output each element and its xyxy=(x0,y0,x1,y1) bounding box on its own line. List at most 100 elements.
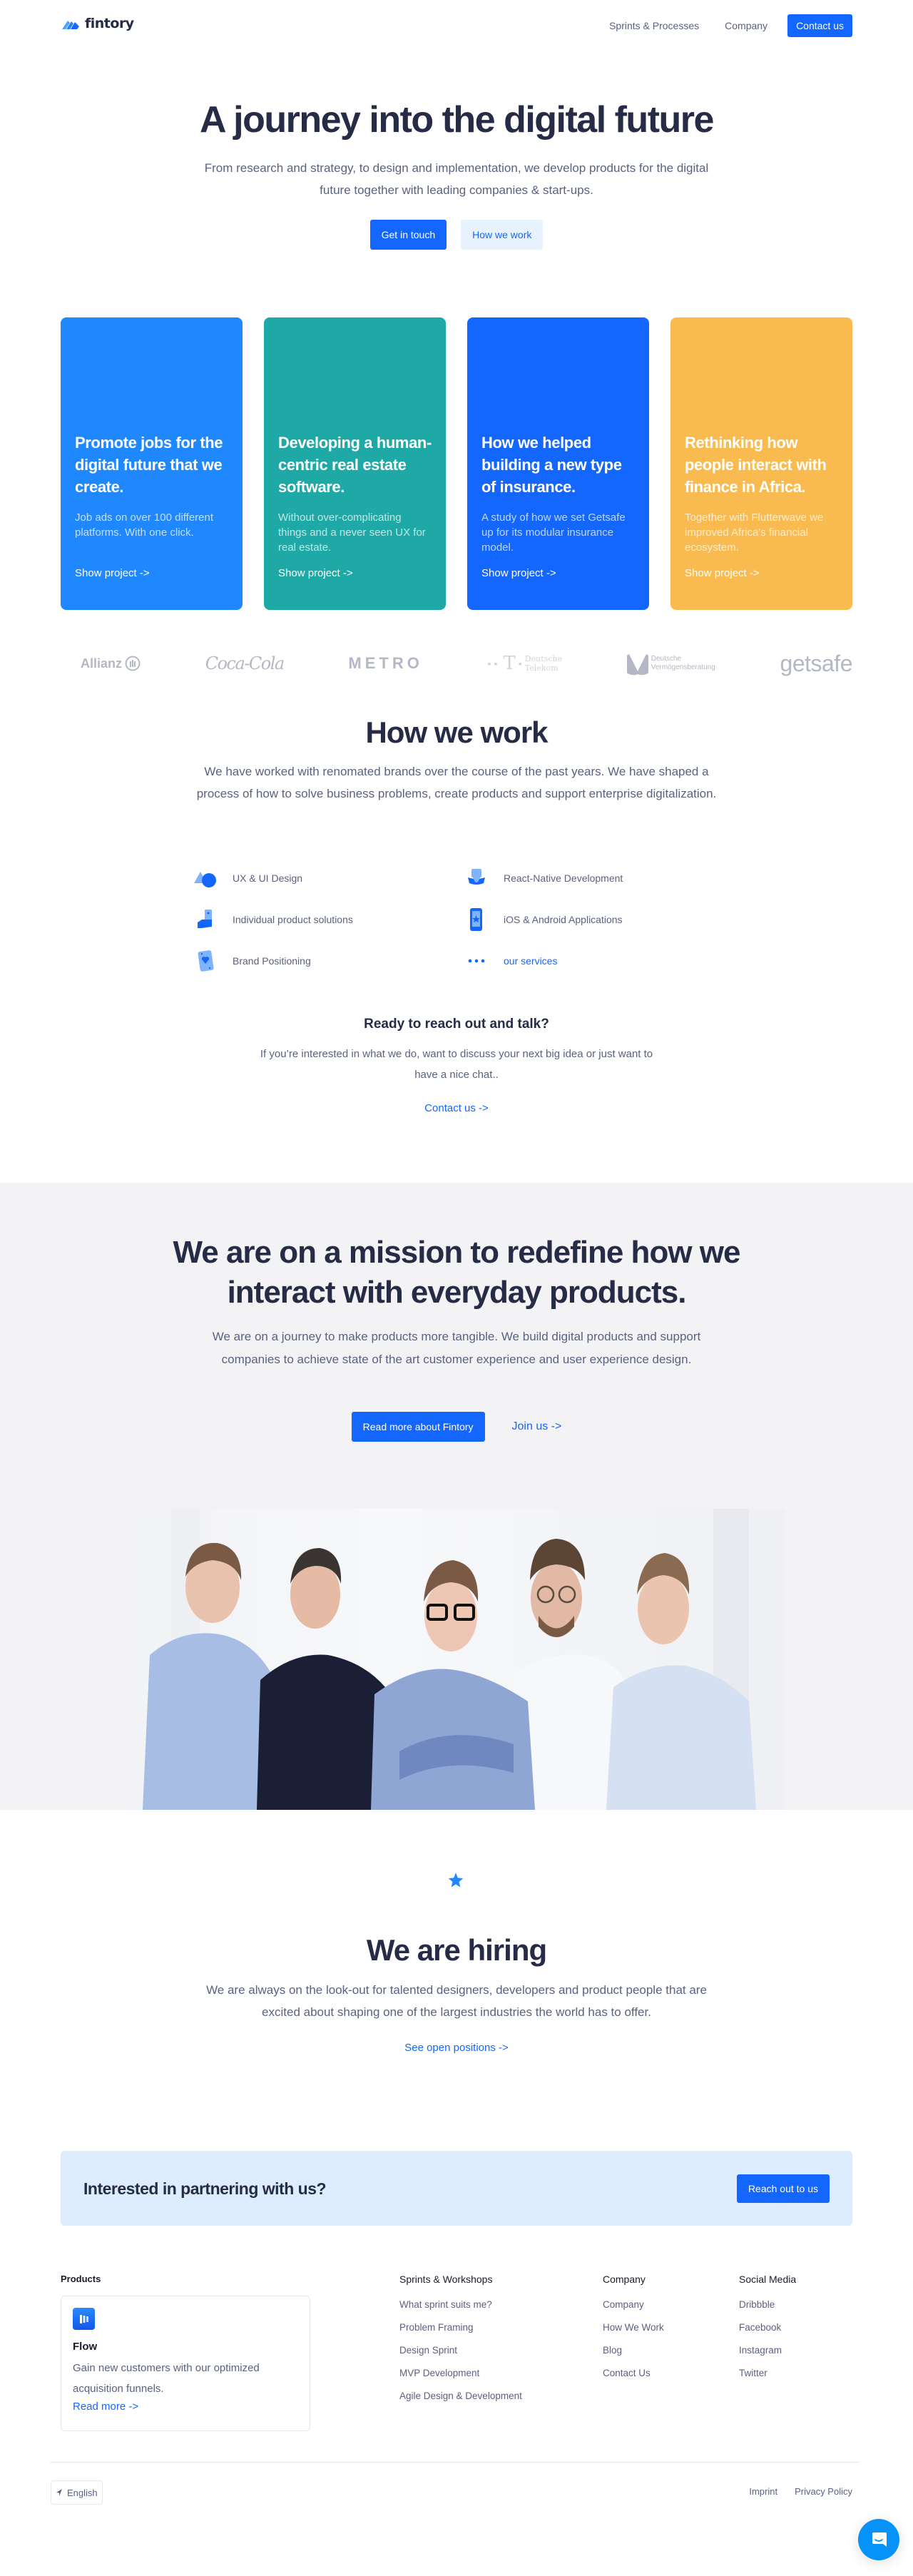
footer-column-heading: Social Media xyxy=(739,2274,797,2285)
logo-link[interactable]: fintory xyxy=(61,16,134,31)
flow-app-icon xyxy=(73,2308,95,2330)
logo-text: fintory xyxy=(85,16,134,31)
footer-link-twitter[interactable]: Twitter xyxy=(739,2362,796,2385)
team-member xyxy=(257,1548,389,1810)
join-us-link[interactable]: Join us -> xyxy=(512,1420,562,1433)
hero-title: A journey into the digital future xyxy=(200,99,714,141)
reach-out-button[interactable]: Reach out to us xyxy=(736,2174,830,2203)
getsafe-wordmark: getsafe xyxy=(780,650,853,676)
how-we-work-subtitle: We have worked with renomated brands ove… xyxy=(196,765,717,800)
footer-link[interactable]: Contact Us xyxy=(603,2362,664,2385)
nav-link-sprints[interactable]: Sprints & Processes xyxy=(596,20,712,31)
service-react-native: React-Native Development xyxy=(464,867,720,890)
footer-column-company: Company Company How We Work Blog Contact… xyxy=(603,2274,664,2385)
telekom-dots-icon: ▪ xyxy=(518,658,522,669)
project-card-insurance[interactable]: How we helped building a new type of ins… xyxy=(467,317,649,610)
dvag-wordmark: Deutsche Vermögensberatung xyxy=(651,655,715,672)
top-navigation: fintory Sprints & Processes Company Cont… xyxy=(0,0,913,51)
see-open-positions-link[interactable]: See open positions -> xyxy=(0,2042,913,2054)
footer-column-heading: Company xyxy=(603,2274,646,2285)
footer-divider xyxy=(50,2462,860,2463)
service-individual-products: Individual product solutions xyxy=(193,908,464,931)
project-card-finance-africa[interactable]: Rethinking how people interact with fina… xyxy=(670,317,852,610)
hat-icon xyxy=(464,866,489,890)
star-icon xyxy=(448,1873,464,1888)
mission-buttons: Read more about Fintory Join us -> xyxy=(0,1412,913,1442)
team-member xyxy=(143,1542,278,1810)
dvag-logo: Deutsche Vermögensberatung xyxy=(626,651,715,676)
how-we-work-button[interactable]: How we work xyxy=(461,220,544,250)
telekom-t-icon: T xyxy=(503,653,516,674)
contact-us-button[interactable]: Contact us xyxy=(787,14,852,37)
hero-subtitle: From research and strategy, to design an… xyxy=(204,161,709,197)
coca-cola-wordmark: Coca-Cola xyxy=(205,653,285,673)
show-project-link[interactable]: Show project -> xyxy=(685,567,760,579)
more-dots-icon xyxy=(464,949,489,973)
show-project-link[interactable]: Show project -> xyxy=(75,567,150,579)
read-more-link[interactable]: Read more -> xyxy=(73,2401,138,2413)
project-card-real-estate[interactable]: Developing a human-centric real estate s… xyxy=(264,317,446,610)
footer-link[interactable]: Design Sprint xyxy=(399,2339,522,2362)
getsafe-logo: getsafe xyxy=(780,650,853,677)
project-card-description: Without over-complicating things and a n… xyxy=(278,511,426,554)
service-label: iOS & Android Applications xyxy=(504,914,623,925)
show-project-link[interactable]: Show project -> xyxy=(278,567,353,579)
footer-link[interactable]: What sprint suits me? xyxy=(399,2294,522,2316)
project-card-title: Rethinking how people interact with fina… xyxy=(685,434,827,496)
allianz-logo: Allianz xyxy=(61,656,141,671)
get-in-touch-button[interactable]: Get in touch xyxy=(369,220,447,250)
team-member xyxy=(371,1560,535,1810)
services-list: UX & UI Design React-Native Development … xyxy=(193,867,720,972)
footer-link[interactable]: MVP Development xyxy=(399,2362,522,2385)
footer-link[interactable]: Problem Framing xyxy=(399,2316,522,2339)
playing-card-icon xyxy=(193,949,218,973)
footer-column-heading: Sprints & Workshops xyxy=(399,2274,493,2285)
project-card-title: Promote jobs for the digital future that… xyxy=(75,434,223,496)
service-label: UX & UI Design xyxy=(233,872,303,884)
contact-us-link[interactable]: Contact us -> xyxy=(0,1102,913,1114)
footer-link[interactable]: Agile Design & Development xyxy=(399,2385,522,2408)
read-more-about-fintory-button[interactable]: Read more about Fintory xyxy=(351,1412,485,1442)
smartphone-star-icon xyxy=(464,907,489,932)
show-project-link[interactable]: Show project -> xyxy=(481,567,556,579)
mission-title: We are on a mission to redefine how we i… xyxy=(173,1235,741,1310)
service-ios-android: iOS & Android Applications xyxy=(464,908,720,931)
service-label: Brand Positioning xyxy=(233,955,311,967)
allianz-wordmark: Allianz xyxy=(81,656,123,671)
coca-cola-logo: Coca-Cola xyxy=(205,653,285,673)
footer-link-facebook[interactable]: Facebook xyxy=(739,2316,796,2339)
talk-subtitle: If you’re interested in what we do, want… xyxy=(260,1048,653,1081)
service-ux-ui-design: UX & UI Design xyxy=(193,867,464,890)
service-label: React-Native Development xyxy=(504,872,623,884)
project-card-jobs[interactable]: Promote jobs for the digital future that… xyxy=(61,317,243,610)
project-cards: Promote jobs for the digital future that… xyxy=(61,317,852,610)
telekom-line1: Deutsche xyxy=(524,654,563,663)
our-services-link[interactable]: our services xyxy=(464,950,720,972)
legal-links: Imprint Privacy Policy xyxy=(749,2486,852,2497)
footer-link-instagram[interactable]: Instagram xyxy=(739,2339,796,2362)
nav-link-company[interactable]: Company xyxy=(712,20,780,31)
talk-title: Ready to reach out and talk? xyxy=(364,1017,549,1032)
hero-buttons: Get in touch How we work xyxy=(0,220,913,250)
footer-link[interactable]: Blog xyxy=(603,2339,664,2362)
dvag-line1: Deutsche xyxy=(651,655,681,663)
project-card-description: Together with Flutterwave we improved Af… xyxy=(685,511,824,554)
footer-column-sprints: Sprints & Workshops What sprint suits me… xyxy=(399,2274,522,2408)
product-description: Gain new customers with our optimized ac… xyxy=(73,2362,260,2395)
shapes-icon xyxy=(193,866,218,890)
imprint-link[interactable]: Imprint xyxy=(749,2486,777,2497)
metro-logo: METRO xyxy=(348,654,422,673)
privacy-policy-link[interactable]: Privacy Policy xyxy=(795,2486,852,2497)
footer-link-dribbble[interactable]: Dribbble xyxy=(739,2294,796,2316)
nav-links: Sprints & Processes Company Contact us xyxy=(596,14,852,37)
mission-subtitle: We are on a journey to make products mor… xyxy=(212,1330,701,1366)
footer-link[interactable]: How We Work xyxy=(603,2316,664,2339)
product-name: Flow xyxy=(73,2341,98,2353)
project-card-title: Developing a human-centric real estate s… xyxy=(278,434,432,496)
product-card-flow[interactable]: Flow Gain new customers with our optimiz… xyxy=(61,2296,310,2431)
language-selector[interactable]: English xyxy=(51,2480,103,2505)
dvag-line2: Vermögensberatung xyxy=(651,663,715,671)
chat-widget-button[interactable] xyxy=(858,2519,899,2560)
footer-link[interactable]: Company xyxy=(603,2294,664,2316)
allianz-emblem-icon xyxy=(125,656,141,671)
